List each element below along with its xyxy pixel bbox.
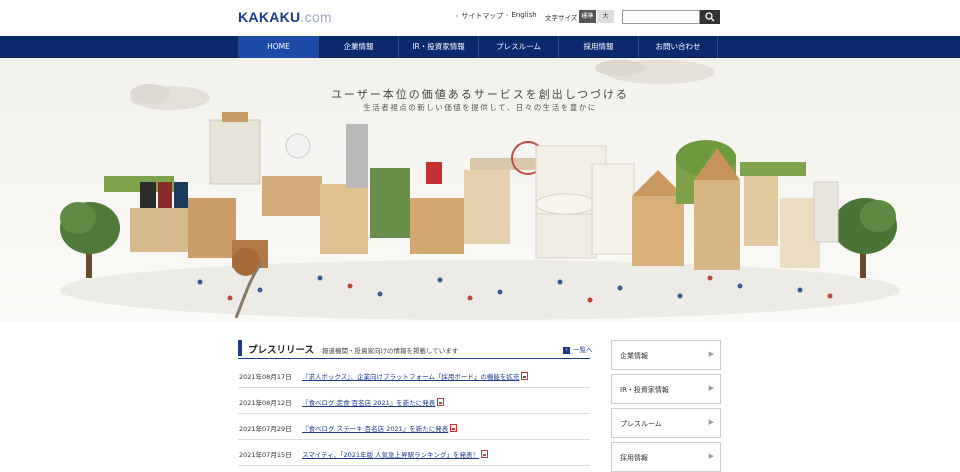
section-accent-bar — [238, 340, 242, 356]
press-list-link[interactable]: › 一覧へ — [563, 344, 593, 354]
sidebar-item-pressroom[interactable]: プレスルーム ▶ — [611, 408, 721, 438]
press-description: 報道機関・投資家向けの情報を掲載しています — [322, 347, 459, 355]
section-divider — [238, 358, 590, 359]
sitemap-link[interactable]: › サイトマップ — [456, 11, 503, 21]
pdf-icon — [480, 450, 488, 458]
chevron-right-icon: ▶ — [708, 452, 714, 460]
chevron-right-icon: › — [456, 13, 459, 20]
sidebar-item-company[interactable]: 企業情報 ▶ — [611, 340, 721, 370]
search-button[interactable] — [700, 10, 720, 24]
nav-pressroom[interactable]: プレスルーム — [478, 36, 558, 58]
nav-company[interactable]: 企業情報 — [318, 36, 398, 58]
hero-title: ユーザー本位の価値あるサービスを創出しつづける — [330, 88, 630, 101]
press-title-text: 『求人ボックス』、企業向けプラットフォーム「採用ボード」の機能を拡充 — [302, 373, 520, 381]
search-icon — [705, 12, 715, 22]
chevron-right-icon: › — [506, 12, 509, 19]
sidebar-item-recruit[interactable]: 採用情報 ▶ — [611, 442, 721, 472]
press-title-link[interactable]: 『食べログ 定食 百名店 2021』を新たに発表 — [302, 397, 445, 407]
kakaku-logo[interactable]: KAKAKU.com — [238, 9, 332, 25]
press-title-text: 『食べログ 定食 百名店 2021』を新たに発表 — [302, 399, 436, 407]
english-label: English — [511, 11, 537, 19]
press-row: 2021年07月15日 スマイティ、「2021年版 人気急上昇駅ランキング」を発… — [238, 440, 590, 466]
font-size-large-button[interactable]: 大 — [597, 10, 614, 23]
nav-ir[interactable]: IR・投資家情報 — [398, 36, 478, 58]
hero-subtitle: 生活者視点の新しい価値を提供して、日々の生活を豊かに — [363, 103, 597, 112]
sidebar-item-label: 採用情報 — [620, 454, 648, 462]
hero-banner: ユーザー本位の価値あるサービスを創出しつづける 生活者視点の新しい価値を提供して… — [0, 58, 960, 322]
sidebar-item-label: プレスルーム — [620, 420, 662, 428]
search-input[interactable] — [622, 10, 700, 24]
logo-suffix: .com — [300, 9, 333, 25]
sidebar-item-label: IR・投資家情報 — [620, 386, 669, 394]
press-row: 2021年08月12日 『食べログ 定食 百名店 2021』を新たに発表 — [238, 388, 590, 414]
press-row: 2021年08月17日 『求人ボックス』、企業向けプラットフォーム「採用ボード」… — [238, 362, 590, 388]
global-nav: HOME 企業情報 IR・投資家情報 プレスルーム 採用情報 お問い合わせ — [0, 36, 960, 58]
chevron-right-icon: ▶ — [708, 418, 714, 426]
sidebar-item-label: 企業情報 — [620, 352, 648, 360]
press-date: 2021年08月17日 — [239, 373, 292, 381]
press-title-link[interactable]: スマイティ、「2021年版 人気急上昇駅ランキング」を発表！ — [302, 449, 488, 459]
press-date: 2021年08月12日 — [239, 399, 292, 407]
press-list-link-label: 一覧へ — [573, 346, 593, 354]
nav-recruit[interactable]: 採用情報 — [558, 36, 638, 58]
press-row: 2021年07月29日 『食べログ ステーキ 百名店 2021』を新たに発表 — [238, 414, 590, 440]
pdf-icon — [437, 398, 445, 406]
press-date: 2021年07月15日 — [239, 451, 292, 459]
chevron-right-icon: › — [563, 346, 570, 354]
sidebar-item-ir[interactable]: IR・投資家情報 ▶ — [611, 374, 721, 404]
press-heading: プレスリリース — [248, 345, 315, 356]
sitemap-label: サイトマップ — [461, 12, 504, 20]
pdf-icon — [450, 424, 458, 432]
press-title-text: 『食べログ ステーキ 百名店 2021』を新たに発表 — [302, 425, 449, 433]
pdf-icon — [521, 372, 529, 380]
nav-contact[interactable]: お問い合わせ — [638, 36, 718, 58]
english-link[interactable]: › English — [506, 11, 537, 19]
font-size-standard-button[interactable]: 標準 — [579, 10, 596, 23]
site-header: KAKAKU.com › サイトマップ › English 文字サイズ 標準 大 — [0, 0, 960, 36]
chevron-right-icon: ▶ — [708, 384, 714, 392]
press-title-link[interactable]: 『求人ボックス』、企業向けプラットフォーム「採用ボード」の機能を拡充 — [302, 371, 529, 381]
chevron-right-icon: ▶ — [708, 350, 714, 358]
press-title-text: スマイティ、「2021年版 人気急上昇駅ランキング」を発表！ — [302, 451, 479, 459]
press-date: 2021年07月29日 — [239, 425, 292, 433]
nav-home[interactable]: HOME — [238, 36, 318, 58]
logo-text: KAKAKU — [238, 9, 301, 25]
font-size-label: 文字サイズ — [545, 14, 578, 22]
press-title-link[interactable]: 『食べログ ステーキ 百名店 2021』を新たに発表 — [302, 423, 458, 433]
